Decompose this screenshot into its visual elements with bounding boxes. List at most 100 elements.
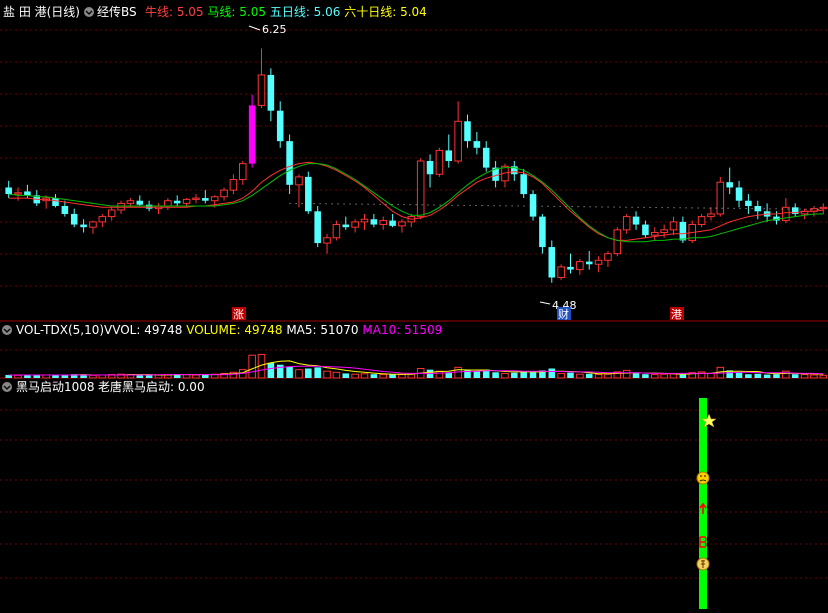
indicator-toggle-icon[interactable] — [2, 325, 12, 335]
low-price-pointer — [539, 301, 551, 305]
volume-bar — [342, 373, 350, 378]
candle-body — [557, 266, 565, 278]
candle — [370, 213, 378, 228]
candle-body — [267, 74, 275, 111]
candle — [632, 211, 640, 230]
candle-body — [548, 247, 556, 278]
volume-bar — [548, 368, 556, 378]
candle-body — [173, 200, 181, 204]
volume-bar — [454, 366, 462, 379]
volume-bar — [145, 375, 153, 378]
candle-body — [473, 141, 481, 148]
candle — [229, 174, 238, 195]
marker-zhang[interactable]: 涨 — [232, 307, 246, 321]
face-eye — [700, 475, 702, 477]
candle — [594, 256, 603, 273]
candle-body — [98, 216, 107, 223]
candle — [80, 219, 87, 233]
volume-bar — [332, 371, 341, 379]
candle-body — [539, 216, 546, 248]
marker-label: 涨 — [233, 308, 244, 321]
value-label: 六十日线: — [344, 5, 400, 19]
volume-bar — [669, 373, 678, 379]
value-number: 5.06 — [314, 5, 345, 19]
candle-body — [650, 231, 659, 236]
candle — [238, 161, 247, 185]
volume-bar — [800, 374, 809, 379]
candle — [473, 131, 481, 155]
volume-bar — [305, 368, 312, 378]
candle-body — [669, 221, 678, 231]
candle — [89, 220, 97, 234]
volume-bar — [276, 364, 284, 378]
volume-bar — [707, 372, 715, 379]
volume-bar — [323, 370, 331, 379]
volume-bar — [791, 374, 799, 378]
value-label: VOLUME: — [186, 323, 244, 337]
volume-bar — [529, 372, 537, 378]
volume-bar — [819, 374, 828, 379]
volume-bar — [594, 374, 603, 379]
candle-body — [416, 160, 425, 218]
candle — [567, 253, 574, 274]
signal-values: 老唐黑马启动: 0.00 — [98, 379, 205, 394]
candle — [257, 48, 266, 109]
marker-cai[interactable]: 财 — [557, 307, 571, 321]
candle-body — [220, 189, 228, 198]
candle — [33, 190, 41, 207]
candle-body — [819, 206, 828, 210]
candle — [669, 216, 678, 236]
volume-bar — [286, 366, 293, 378]
candle — [745, 194, 752, 214]
volume-bar — [745, 374, 752, 378]
candle — [819, 203, 828, 214]
indicator-name: 经传BS — [97, 4, 137, 19]
volume-bar — [660, 373, 668, 379]
candle — [248, 94, 256, 168]
candle — [276, 101, 284, 148]
candle-body — [435, 149, 444, 175]
candle — [650, 227, 659, 241]
candle — [136, 195, 144, 207]
volume-bar — [782, 370, 790, 379]
candle-body — [576, 261, 584, 271]
volume-bar — [697, 371, 706, 379]
candle — [754, 200, 762, 220]
candle — [435, 147, 444, 177]
candle — [482, 141, 490, 172]
candle-body — [445, 150, 453, 161]
candle-body — [632, 216, 640, 225]
indicator-toggle-icon[interactable] — [2, 382, 12, 392]
candle — [548, 240, 556, 283]
candle — [5, 180, 12, 199]
candle-body — [342, 224, 350, 228]
volume-bar — [754, 373, 762, 378]
high-price-label: 6.25 — [262, 23, 287, 36]
candle — [342, 216, 350, 230]
candle — [314, 206, 321, 248]
candle-body — [745, 200, 752, 207]
volume-bar — [585, 373, 593, 378]
candle-body — [276, 110, 284, 142]
candle-body — [482, 147, 490, 168]
candle — [622, 213, 631, 234]
candle — [716, 176, 725, 217]
marker-gang[interactable]: 港 — [670, 307, 684, 321]
candle-body — [642, 224, 649, 236]
signal-header: 黑马启动1008 老唐黑马启动: 0.00 — [2, 379, 205, 394]
candle — [697, 213, 706, 228]
candle-body — [660, 229, 668, 233]
volume-bar — [14, 374, 22, 379]
volume-title: VOL-TDX(5,10) — [16, 323, 104, 337]
indicator-toggle-icon[interactable] — [84, 7, 94, 17]
candle-body — [52, 198, 59, 207]
candle-body — [567, 266, 574, 270]
volume-values: VVOL: 49748 VOLUME: 49748 MA5: 51070 MA1… — [104, 323, 442, 337]
chart-canvas[interactable]: 6.25 4.48 涨 财 港 盐 田 港(日线) 经传BS 牛线: 5.05 … — [0, 0, 828, 609]
candle-body — [389, 220, 396, 226]
volume-bar — [650, 374, 659, 379]
candle — [454, 101, 462, 164]
candle-body — [398, 221, 406, 227]
volume-bar — [89, 374, 97, 379]
candle-body — [454, 120, 462, 162]
